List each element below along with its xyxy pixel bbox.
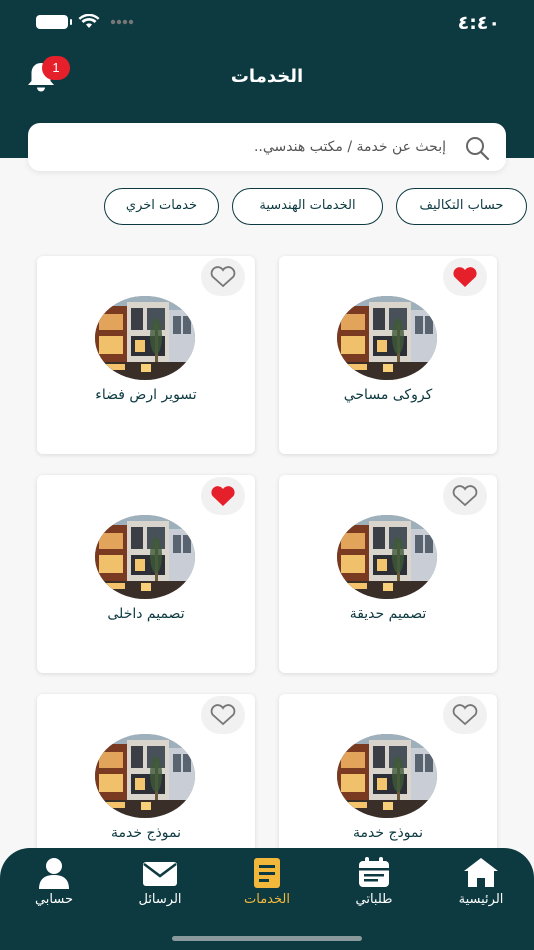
user-icon	[39, 858, 69, 889]
service-label: تصميم حديقة	[349, 606, 427, 622]
service-label: كروكى مساحي	[343, 387, 433, 403]
nav-label: طلباتي	[355, 892, 393, 907]
services-icon	[254, 858, 280, 888]
nav-label: الرئيسية	[458, 892, 504, 907]
service-card[interactable]: كروكى مساحي	[279, 256, 497, 454]
service-image	[95, 734, 195, 818]
signal-icon	[110, 19, 134, 25]
favorite-button[interactable]	[201, 477, 245, 515]
envelope-icon	[143, 862, 177, 886]
status-icons	[36, 14, 134, 30]
favorite-button[interactable]	[443, 696, 487, 734]
bottom-nav: الرئيسية طلباتي الخدمات الرسائل حسابي	[0, 848, 534, 950]
chip-engineering-services[interactable]: الخدمات الهندسية	[232, 188, 383, 225]
home-indicator	[172, 936, 362, 941]
nav-item-services[interactable]: الخدمات	[222, 856, 312, 916]
heart-outline-icon	[452, 704, 478, 726]
service-card[interactable]: تسوير ارض فضاء	[37, 256, 255, 454]
heart-outline-icon	[452, 485, 478, 507]
nav-item-messages[interactable]: الرسائل	[115, 856, 205, 916]
service-image	[95, 515, 195, 599]
service-label: نموذج خدمة	[353, 825, 423, 841]
favorite-button[interactable]	[443, 477, 487, 515]
favorite-button[interactable]	[201, 696, 245, 734]
nav-item-account[interactable]: حسابي	[9, 856, 99, 916]
calendar-icon	[359, 857, 389, 887]
service-image	[337, 734, 437, 818]
home-icon	[464, 858, 498, 887]
nav-item-home[interactable]: الرئيسية	[436, 856, 526, 916]
search-bar	[28, 123, 506, 171]
heart-filled-icon	[211, 486, 235, 506]
nav-label: الرسائل	[138, 892, 182, 907]
favorite-button[interactable]	[201, 258, 245, 296]
wifi-icon	[78, 14, 100, 28]
service-label: تصميم داخلى	[107, 606, 185, 622]
service-image	[337, 296, 437, 380]
heart-outline-icon	[210, 704, 236, 726]
service-label: تسوير ارض فضاء	[95, 387, 197, 403]
heart-outline-icon	[210, 266, 236, 288]
status-time: ٤:٤٠	[457, 12, 500, 34]
service-card[interactable]: تصميم حديقة	[279, 475, 497, 673]
filter-chips: حساب التكاليف الخدمات الهندسية خدمات اخر…	[0, 188, 534, 226]
service-image	[95, 296, 195, 380]
nav-label: حسابي	[34, 892, 74, 907]
status-bar: ٤:٤٠	[0, 0, 534, 50]
favorite-button[interactable]	[443, 258, 487, 296]
page-title: الخدمات	[230, 66, 304, 87]
nav-item-orders[interactable]: طلباتي	[329, 856, 419, 916]
service-label: نموذج خدمة	[111, 825, 181, 841]
service-image	[337, 515, 437, 599]
search-icon	[466, 137, 490, 161]
heart-filled-icon	[453, 267, 477, 287]
search-input[interactable]	[66, 135, 446, 159]
battery-icon	[36, 15, 72, 29]
nav-label: الخدمات	[244, 892, 290, 907]
chip-other-services[interactable]: خدمات اخري	[104, 188, 219, 225]
service-card[interactable]: تصميم داخلى	[37, 475, 255, 673]
chip-cost-calculation[interactable]: حساب التكاليف	[396, 188, 527, 225]
